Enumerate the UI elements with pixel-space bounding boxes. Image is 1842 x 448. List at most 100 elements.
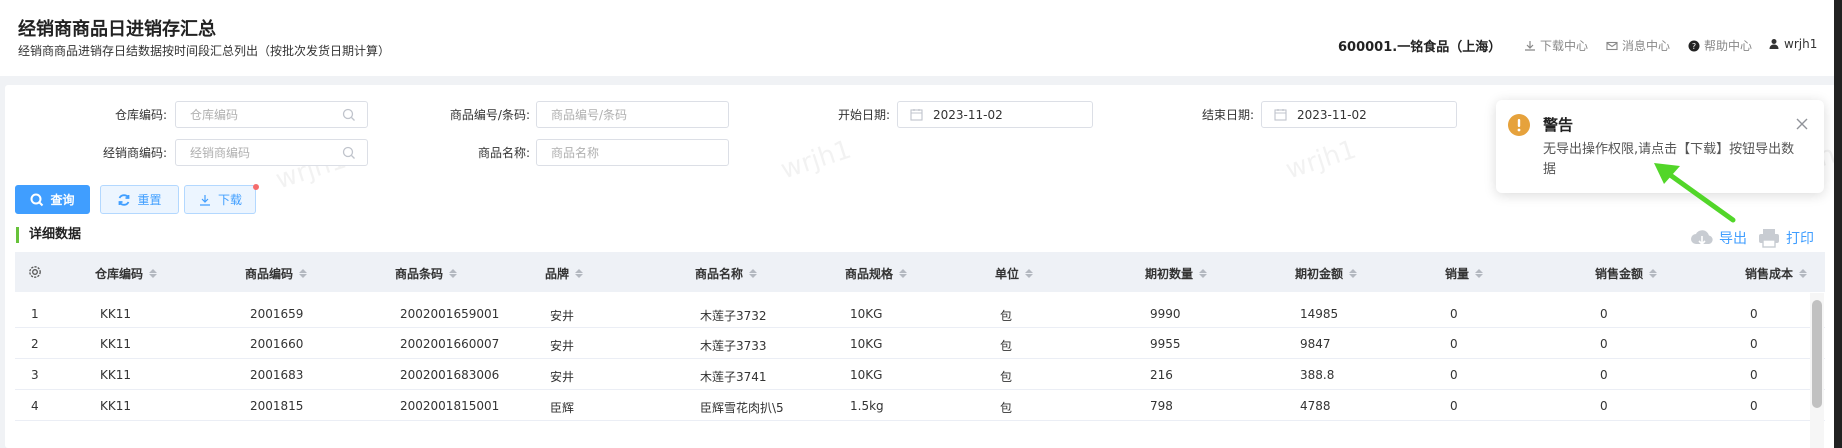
download-icon xyxy=(1525,40,1535,51)
column-header[interactable]: 销售成本 xyxy=(1745,265,1808,282)
table-cell: 2002001683006 xyxy=(400,368,500,382)
watermark: wrjh1 xyxy=(777,134,856,186)
table-cell: KK11 xyxy=(100,399,132,413)
user-icon xyxy=(1769,39,1779,49)
sort-icon[interactable] xyxy=(1799,269,1808,278)
column-header[interactable]: 仓库编码 xyxy=(95,265,158,282)
table-cell: 0 xyxy=(1450,337,1458,351)
column-header[interactable]: 期初数量 xyxy=(1145,265,1208,282)
table-cell: 4788 xyxy=(1300,399,1331,413)
column-header[interactable]: 期初金额 xyxy=(1295,265,1358,282)
help-center-link[interactable]: ? 帮助中心 xyxy=(1688,37,1752,54)
user-menu[interactable]: wrjh1 xyxy=(1768,37,1817,51)
column-header[interactable]: 商品名称 xyxy=(695,265,758,282)
table-cell: 包 xyxy=(1000,309,1013,323)
table-row[interactable]: 2 KK11 2001660 2002001660007 安井 木莲子3733 … xyxy=(15,328,1825,359)
table-row[interactable]: 3 KK11 2001683 2002001683006 安井 木莲子3741 … xyxy=(15,359,1825,390)
message-center-link[interactable]: 消息中心 xyxy=(1606,37,1670,54)
sort-icon[interactable] xyxy=(1649,269,1658,278)
product-code-input[interactable] xyxy=(536,101,729,128)
end-date-picker[interactable]: 2023-11-02 xyxy=(1261,101,1457,128)
export-button[interactable]: 导出 xyxy=(1689,227,1747,249)
download-button[interactable]: 下载 xyxy=(184,185,256,214)
close-icon[interactable] xyxy=(1796,118,1808,130)
table-cell: 388.8 xyxy=(1300,368,1335,382)
table-cell: 2001683 xyxy=(250,368,304,382)
dealer-code-input[interactable] xyxy=(175,139,368,166)
print-button[interactable]: 打印 xyxy=(1756,227,1814,249)
column-header[interactable]: 商品规格 xyxy=(845,265,908,282)
section-title: 详细数据 xyxy=(16,227,81,243)
start-date-picker[interactable]: 2023-11-02 xyxy=(897,101,1093,128)
table-cell: KK11 xyxy=(100,337,132,351)
search-icon[interactable] xyxy=(342,108,356,122)
vertical-scrollbar[interactable] xyxy=(1812,300,1822,408)
settings-icon[interactable] xyxy=(28,265,42,279)
mail-icon xyxy=(1606,41,1618,50)
table-cell: 9955 xyxy=(1150,337,1181,351)
table-cell: 包 xyxy=(1000,370,1013,384)
sort-icon[interactable] xyxy=(575,269,584,278)
table-cell: 0 xyxy=(1600,399,1608,413)
table-cell: 0 xyxy=(1750,337,1758,351)
table-row[interactable]: 1 KK11 2001659 2002001659001 安井 木莲子3732 … xyxy=(15,298,1825,328)
product-code-label: 商品编号/条码: xyxy=(449,108,530,122)
product-name-input[interactable] xyxy=(536,139,729,166)
table-cell: 2002001660007 xyxy=(400,337,500,351)
sort-icon[interactable] xyxy=(1475,269,1484,278)
sort-icon[interactable] xyxy=(149,269,158,278)
help-center-label: 帮助中心 xyxy=(1704,39,1753,53)
calendar-icon xyxy=(910,109,923,121)
sort-icon[interactable] xyxy=(449,269,458,278)
table-cell: KK11 xyxy=(100,368,132,382)
query-button[interactable]: 查询 xyxy=(15,185,90,214)
table-cell: 0 xyxy=(1450,368,1458,382)
refresh-icon xyxy=(119,193,130,206)
table-cell: 798 xyxy=(1150,399,1173,413)
table-cell: 0 xyxy=(1600,368,1608,382)
svg-text:?: ? xyxy=(1692,42,1696,51)
message-center-label: 消息中心 xyxy=(1622,39,1671,53)
export-label: 导出 xyxy=(1719,231,1747,247)
search-icon[interactable] xyxy=(342,146,356,160)
sort-icon[interactable] xyxy=(749,269,758,278)
column-header[interactable]: 品牌 xyxy=(545,265,584,282)
start-date-label: 开始日期: xyxy=(837,108,890,122)
warehouse-code-input[interactable] xyxy=(175,101,368,128)
table-cell: 0 xyxy=(1750,307,1758,321)
table-cell: KK11 xyxy=(100,307,132,321)
table-cell: 0 xyxy=(1450,307,1458,321)
download-center-link[interactable]: 下载中心 xyxy=(1524,37,1588,54)
page-title: 经销商商品日进销存汇总 xyxy=(18,19,216,40)
row-index: 2 xyxy=(31,337,39,351)
product-name-label: 商品名称: xyxy=(477,146,530,160)
end-date-value: 2023-11-02 xyxy=(1297,107,1367,122)
end-date-label: 结束日期: xyxy=(1201,108,1254,122)
reset-button[interactable]: 重置 xyxy=(100,185,179,214)
column-header[interactable]: 商品编码 xyxy=(245,265,308,282)
sort-icon[interactable] xyxy=(899,269,908,278)
dealer-code-label: 经销商编码: xyxy=(102,146,167,160)
table-cell: 2001659 xyxy=(250,307,304,321)
notification-badge xyxy=(253,184,259,190)
sort-icon[interactable] xyxy=(1025,269,1034,278)
company-name: 600001.一铭食品（上海） xyxy=(1338,40,1502,55)
table-cell: 木莲子3733 xyxy=(700,339,767,353)
column-header[interactable]: 销售金额 xyxy=(1595,265,1658,282)
window-edge xyxy=(1834,0,1842,448)
warning-icon xyxy=(1508,114,1530,136)
row-index: 1 xyxy=(31,307,39,321)
sort-icon[interactable] xyxy=(1199,269,1208,278)
column-header[interactable]: 商品条码 xyxy=(395,265,458,282)
table-cell: 安井 xyxy=(550,309,575,323)
print-label: 打印 xyxy=(1786,231,1814,247)
column-header[interactable]: 单位 xyxy=(995,265,1034,282)
column-header[interactable]: 销量 xyxy=(1445,265,1484,282)
cloud-download-icon xyxy=(1691,230,1713,246)
sort-icon[interactable] xyxy=(1349,269,1358,278)
sort-icon[interactable] xyxy=(299,269,308,278)
table-cell: 1.5kg xyxy=(850,399,884,413)
table-cell: 216 xyxy=(1150,368,1173,382)
download-icon xyxy=(199,194,210,206)
table-row[interactable]: 4 KK11 2001815 2002001815001 臣辉 臣辉雪花肉扒\5… xyxy=(15,390,1825,421)
